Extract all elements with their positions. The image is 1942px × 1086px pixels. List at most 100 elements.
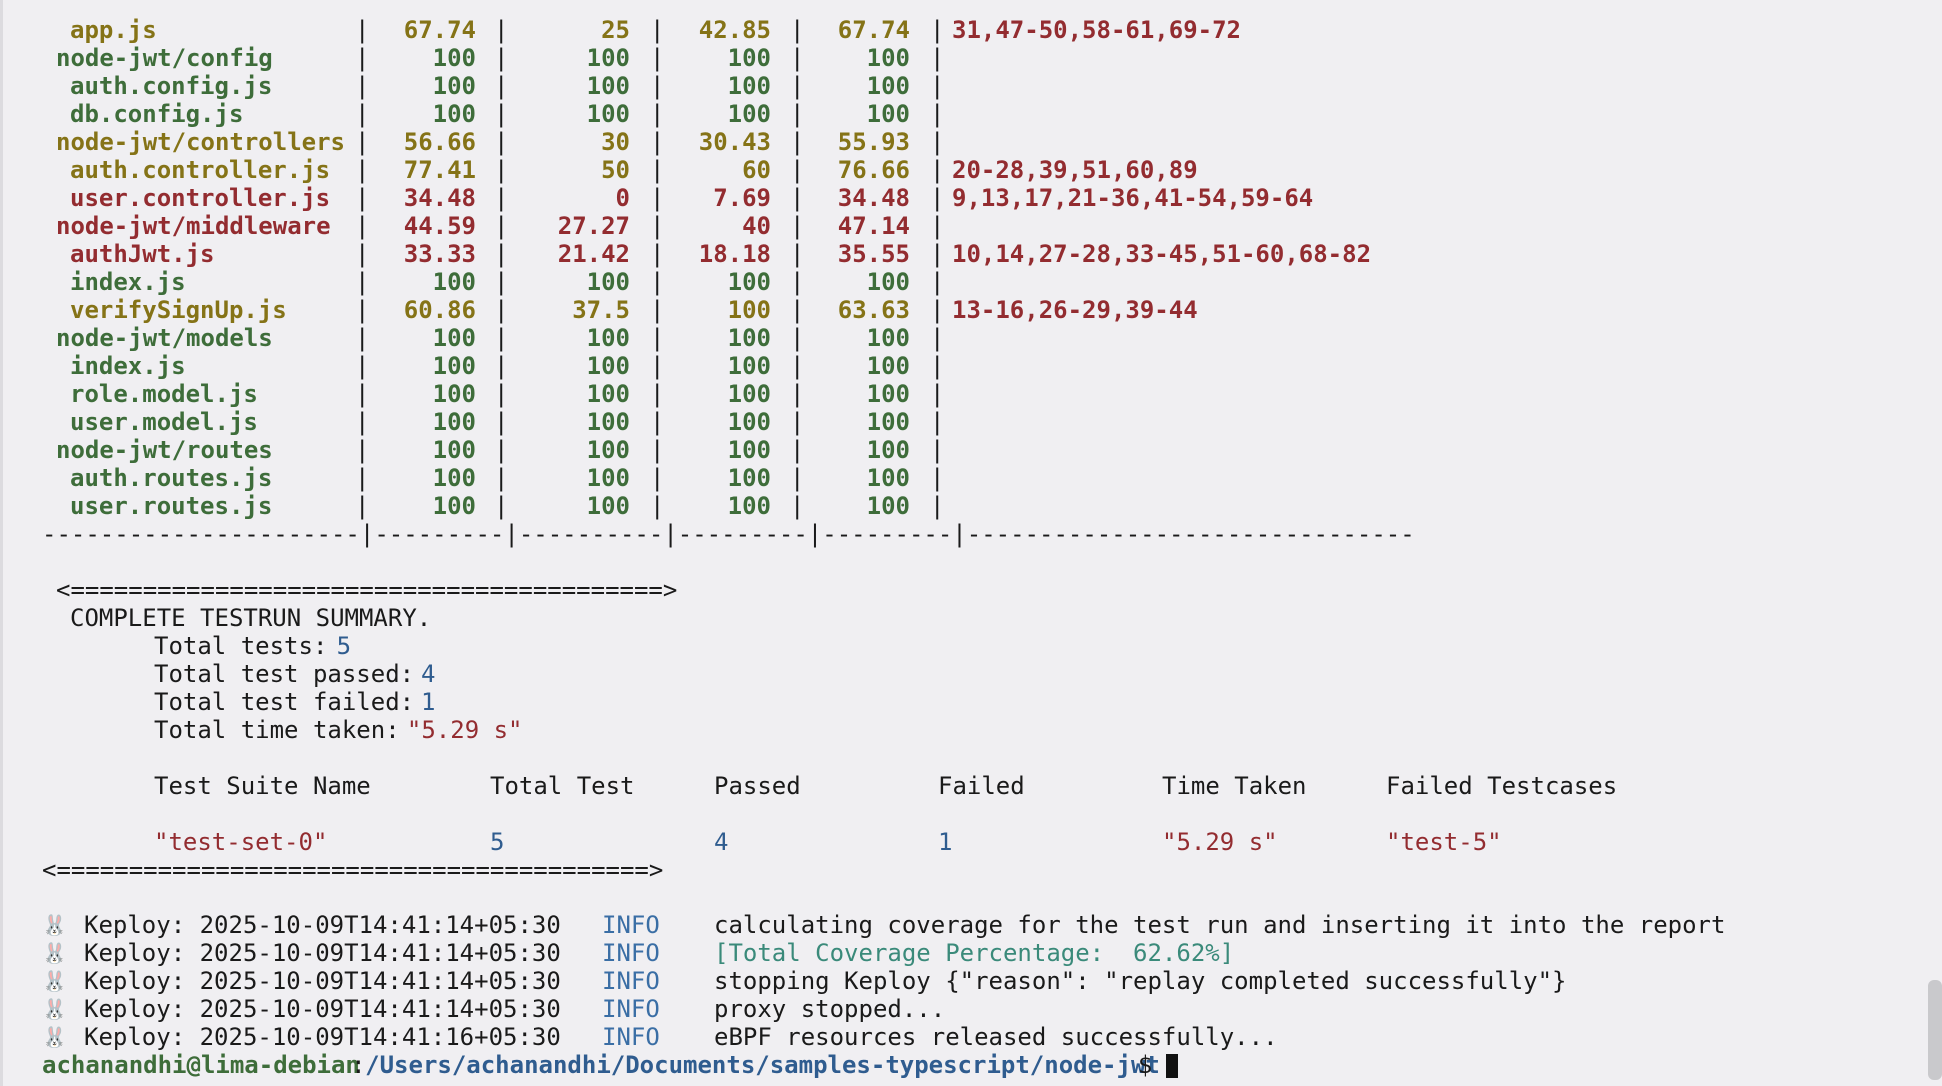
column-separator: |: [930, 296, 945, 324]
column-separator: |: [494, 324, 509, 352]
coverage-stmts-value: 100: [432, 44, 476, 72]
rabbit-icon: 🐰: [42, 997, 67, 1021]
log-line: 🐰 Keploy: 2025-10-09T14:41:14+05:30 INFO ca…: [0, 911, 1920, 939]
log-level: INFO: [602, 911, 660, 939]
suite-cell-name: "test-set-0": [154, 828, 328, 856]
terminal-output[interactable]: app.js | | | | | 67.74 25 42.85 67.74 31,47-50,58-…: [0, 0, 1920, 1086]
total-tests-label: Total tests:: [154, 632, 342, 660]
suite-cell-time: "5.29 s": [1162, 828, 1278, 856]
column-separator: |: [930, 380, 945, 408]
coverage-stmts-value: 100: [432, 408, 476, 436]
coverage-stmts-value: 100: [432, 436, 476, 464]
column-separator: |: [930, 436, 945, 464]
column-separator: |: [930, 156, 945, 184]
coverage-stmts-value: 100: [432, 324, 476, 352]
coverage-lines-value: 100: [866, 268, 910, 296]
coverage-funcs-value: 100: [727, 268, 771, 296]
coverage-row: verifySignUp.js | | | | | 60.86 37.5 100 63.63 13-…: [0, 296, 1920, 324]
coverage-branch-value: 100: [586, 492, 630, 520]
coverage-file-name: authJwt.js: [70, 240, 215, 268]
coverage-lines-value: 47.14: [837, 212, 910, 240]
column-separator: |: [494, 16, 509, 44]
column-separator: |: [494, 184, 509, 212]
coverage-funcs-value: 42.85: [698, 16, 771, 44]
column-separator: |: [930, 184, 945, 212]
column-separator: |: [930, 268, 945, 296]
total-failed: Total test failed: 1: [0, 688, 1920, 716]
coverage-file-name: app.js: [70, 16, 157, 44]
total-passed: Total test passed: 4: [0, 660, 1920, 688]
coverage-branch-value: 25: [601, 16, 630, 44]
suite-table-header: Test Suite Name Total Test Passed Failed Tim…: [0, 772, 1920, 800]
suite-column-header: Time Taken: [1162, 772, 1307, 800]
log-line: 🐰 Keploy: 2025-10-09T14:41:16+05:30 INFO eB…: [0, 1023, 1920, 1051]
rabbit-icon: 🐰: [42, 969, 67, 993]
prompt-path: /Users/achanandhi/Documents/samples-type…: [365, 1051, 1160, 1079]
coverage-row: node-jwt/middleware | | | | | 44.59 27.27 40 47.1…: [0, 212, 1920, 240]
coverage-lines-value: 63.63: [837, 296, 910, 324]
coverage-funcs-value: 100: [727, 100, 771, 128]
rabbit-icon: 🐰: [42, 913, 67, 937]
column-separator: |: [494, 436, 509, 464]
coverage-funcs-value: 100: [727, 408, 771, 436]
suite-cell-failed-cases: "test-5": [1386, 828, 1502, 856]
scrollbar-thumb[interactable]: [1928, 980, 1942, 1080]
log-level: INFO: [602, 995, 660, 1023]
total-passed-label: Total test passed:: [154, 660, 429, 688]
coverage-funcs-value: 100: [727, 464, 771, 492]
column-separator: |: [494, 100, 509, 128]
coverage-lines-value: 100: [866, 380, 910, 408]
log-timestamp: Keploy: 2025-10-09T14:41:16+05:30: [84, 1023, 561, 1051]
column-separator: |: [930, 464, 945, 492]
coverage-stmts-value: 44.59: [403, 212, 476, 240]
column-separator: |: [930, 324, 945, 352]
total-tests-value: 5: [336, 632, 352, 660]
column-separator: |: [930, 100, 945, 128]
text-cursor[interactable]: [1166, 1051, 1178, 1079]
coverage-funcs-value: 100: [727, 352, 771, 380]
coverage-branch-value: 0: [615, 184, 630, 212]
coverage-funcs-value: 100: [727, 44, 771, 72]
log-message: calculating coverage for the test run an…: [714, 911, 1726, 939]
summary-top-arrow: <=======================================…: [0, 576, 1920, 604]
suite-column-header: Failed Testcases: [1386, 772, 1618, 800]
coverage-branch-value: 37.5: [572, 296, 630, 324]
log-level: INFO: [602, 939, 660, 967]
column-separator: |: [930, 408, 945, 436]
coverage-branch-value: 100: [586, 436, 630, 464]
coverage-lines-value: 76.66: [837, 156, 910, 184]
coverage-file-name: user.controller.js: [70, 184, 331, 212]
coverage-row: auth.routes.js | | | | | 100 100 100 100: [0, 464, 1920, 492]
prompt-user-host: achanandhi@lima-debian: [42, 1051, 360, 1079]
coverage-stmts-value: 100: [432, 352, 476, 380]
coverage-stmts-value: 33.33: [403, 240, 476, 268]
coverage-row: user.model.js | | | | | 100 100 100 100: [0, 408, 1920, 436]
column-separator: |: [494, 156, 509, 184]
coverage-funcs-value: 100: [727, 492, 771, 520]
column-separator: |: [930, 352, 945, 380]
coverage-funcs-value: 100: [727, 324, 771, 352]
coverage-branch-value: 100: [586, 72, 630, 100]
uncovered-lines: 31,47-50,58-61,69-72: [952, 16, 1241, 44]
coverage-funcs-value: 100: [727, 380, 771, 408]
prompt-symbol: $: [1137, 1051, 1167, 1079]
coverage-row: auth.controller.js | | | | | 77.41 50 60 76.66 20-…: [0, 156, 1920, 184]
coverage-stmts-value: 100: [432, 72, 476, 100]
uncovered-lines: 9,13,17,21-36,41-54,59-64: [952, 184, 1314, 212]
column-separator: |: [930, 240, 945, 268]
coverage-file-name: auth.config.js: [70, 72, 273, 100]
uncovered-lines: 13-16,26-29,39-44: [952, 296, 1198, 324]
column-separator: |: [930, 16, 945, 44]
column-separator: |: [930, 44, 945, 72]
coverage-row: app.js | | | | | 67.74 25 42.85 67.74 31,47-50,58-…: [0, 16, 1920, 44]
coverage-stmts-value: 100: [432, 492, 476, 520]
coverage-funcs-value: 100: [727, 72, 771, 100]
coverage-row: db.config.js | | | | | 100 100 100 100: [0, 100, 1920, 128]
table-bottom-border: ----------------------|---------|-------…: [0, 520, 1920, 548]
table-border-line: ----------------------|---------|-------…: [42, 520, 1415, 548]
coverage-funcs-value: 60: [742, 156, 771, 184]
suite-column-header: Passed: [714, 772, 801, 800]
column-separator: |: [930, 492, 945, 520]
coverage-row: node-jwt/routes | | | | | 100 100 100 100: [0, 436, 1920, 464]
coverage-stmts-value: 100: [432, 464, 476, 492]
